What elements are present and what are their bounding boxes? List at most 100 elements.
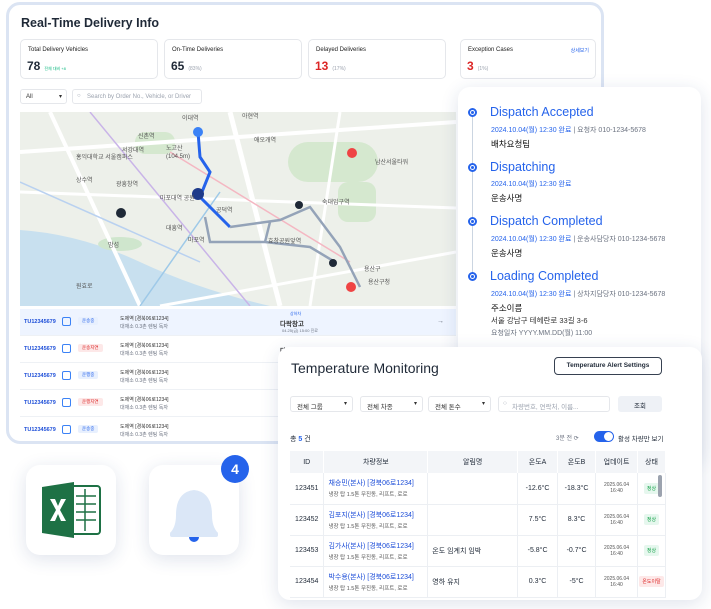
step-meta: 2024.10.04(월) 12:30 완료 [491, 181, 572, 188]
detail-link[interactable]: 상세보기 [571, 47, 589, 54]
map-label: 용산구 [364, 265, 381, 273]
map-label: 서강대역 [122, 146, 144, 154]
truck-icon [62, 398, 71, 407]
status-cell: 온도이탈 [637, 566, 667, 598]
status-badge: 운행지연 [78, 398, 103, 406]
stat-value: 3 (1%) [467, 59, 489, 73]
map-label: 공덕역 [216, 206, 233, 214]
notification-card[interactable]: 4 [149, 455, 249, 555]
order-id[interactable]: TU12345679 [24, 373, 56, 379]
column-header: 차량정보 [323, 451, 429, 473]
toggle-label: 활성 차량만 보기 [618, 436, 664, 443]
type-select[interactable]: 전체 차종 ▾ [360, 396, 423, 412]
plate-number: [경북06로1234] [367, 480, 414, 488]
status-badge: 운송지연 [78, 344, 103, 352]
vehicle-search-input[interactable]: ○ 차량번호, 연락처, 이름... [498, 396, 610, 412]
truck-icon [62, 371, 71, 380]
stat-value: 78 전체 대비 +8 [27, 59, 66, 73]
chevron-down-icon: ▾ [343, 401, 347, 407]
vehicle-info: 도제역 [경북06로1234] [120, 397, 169, 403]
search-input[interactable]: ○ Search by Order No., Vehicle, or Drive… [72, 89, 202, 104]
step-dot-icon [468, 108, 477, 117]
column-header: 업데이트 [595, 451, 638, 473]
vehicle-sub: 대재소 0.3촌 렌팅 독자 [120, 351, 168, 357]
temp-b: 8.3°C [557, 504, 597, 536]
active-vehicle-toggle[interactable] [594, 431, 614, 442]
map-label: 이대역 [182, 114, 199, 122]
column-header: 온도B [557, 451, 597, 473]
table-row[interactable]: 123452 김포지(본사) [경북06로1234] 냉장 탑 1.5톤 무진동… [290, 504, 667, 536]
vehicle-spec: 냉장 탑 1.5톤 무진동, 리프트, 로로 [328, 554, 408, 561]
map-label: 아현역 [242, 112, 259, 120]
status-badge: 운송중 [78, 425, 99, 433]
vehicle-sub: 대재소 0.3촌 렌팅 독자 [120, 378, 168, 384]
table-row[interactable]: 123453 김가사(본사) [경북06로1234] 냉장 탑 1.5톤 무진동… [290, 535, 667, 567]
filter-select[interactable]: All ▾ [20, 89, 67, 104]
delivery-map[interactable]: 이대역 아현역 애오개역 신촌역 서강대역 노고산 (104.5m) 홍익대학교 서울캠퍼스 광… [20, 112, 456, 306]
alert-name [427, 473, 519, 505]
vehicle-sub: 대재소 0.3촌 렌팅 독자 [120, 432, 168, 438]
status-badge: 정상 [643, 482, 660, 494]
plate-number: [경북06로1234] [367, 542, 414, 550]
driver-name[interactable]: 김가사(본사) [328, 543, 365, 550]
step-meta: 2024.10.04(월) 12:30 완료 | 운송사담당자 010-1234… [491, 236, 666, 243]
order-id[interactable]: TU12345679 [24, 319, 56, 325]
temp-a: 7.5°C [517, 504, 559, 536]
truck-icon [62, 344, 71, 353]
excel-card[interactable] [26, 465, 116, 555]
table-scrollbar[interactable] [658, 475, 662, 497]
alert-settings-button[interactable]: Temperature Alert Settings [554, 357, 662, 375]
map-label: 효창공원앞역 [268, 237, 301, 245]
stat-label: Total Delivery Vehicles [28, 47, 89, 53]
status-cell: 정상 [637, 535, 667, 567]
stat-exceptions: Exception Cases 상세보기 3 (1%) [460, 39, 596, 79]
stat-label: On-Time Deliveries [172, 47, 224, 53]
vehicle-sub: 대재소 0.3촌 렌팅 독자 [120, 405, 168, 411]
arrow-right-icon[interactable]: → [437, 318, 444, 325]
driver-name[interactable]: 박수용(본사) [328, 574, 365, 581]
map-label: 원효로 [76, 282, 93, 290]
map-label: (104.5m) [166, 154, 190, 160]
group-select[interactable]: 전체 그룹 ▾ [290, 396, 353, 412]
notification-count-badge: 4 [221, 455, 249, 483]
column-header: 알림명 [427, 451, 519, 473]
map-label: 마포대역 공원 [160, 194, 195, 202]
search-button[interactable]: 조회 [618, 396, 662, 412]
alert-name: 온도 임계치 임박 [427, 535, 519, 567]
step-who: 운송사명 [491, 193, 523, 203]
status-badge: 온도이탈 [639, 576, 664, 587]
table-row[interactable]: 123451 채승민(본사) [경북06로1234] 냉장 탑 1.5톤 무진동… [290, 473, 667, 505]
search-icon: ○ [503, 400, 507, 407]
alert-name: 영하 유지 [427, 566, 519, 598]
refresh-icon[interactable]: ⟳ [574, 436, 579, 442]
table-row[interactable]: 123454 박수용(본사) [경북06로1234] 냉장 탑 1.5톤 무진동… [290, 566, 667, 598]
truck-icon [62, 425, 71, 434]
vehicle-spec: 냉장 탑 1.5톤 무진동, 리프트, 로로 [328, 492, 408, 499]
dest-time: 04.25(금) 15:00 진료 [282, 328, 318, 333]
order-id[interactable]: TU12345679 [24, 427, 56, 433]
tonnage-select[interactable]: 전체 톤수 ▾ [428, 396, 491, 412]
truck-icon [62, 317, 71, 326]
stat-value: 65 (83%) [171, 59, 202, 73]
stat-label: Delayed Deliveries [316, 47, 367, 53]
vehicle-cell: 김가사(본사) [경북06로1234] 냉장 탑 1.5톤 무진동, 리프트, … [323, 535, 429, 567]
column-header: ID [290, 451, 325, 473]
temp-a: -12.6°C [517, 473, 559, 505]
update-time: 2025.06.04 16:40 [595, 504, 638, 536]
temperature-panel: Temperature Monitoring Temperature Alert… [278, 347, 702, 600]
order-id[interactable]: TU12345679 [24, 400, 56, 406]
map-label: 숙대입구역 [322, 198, 350, 206]
destination: 다락창고 [280, 321, 304, 328]
step-title: Dispatching [490, 160, 556, 174]
step-who: 운송사명 [491, 248, 523, 258]
step-dot-icon [468, 163, 477, 172]
map-label: 애오개역 [254, 136, 276, 144]
driver-name[interactable]: 채승민(본사) [328, 480, 365, 487]
status-badge: 정상 [643, 545, 660, 556]
delivery-row[interactable]: TU12345679 운송중 도제역 [경북06로1234] 대재소 0.3촌 … [20, 309, 456, 336]
driver-name[interactable]: 김포지(본사) [328, 512, 365, 519]
stat-on-time: On-Time Deliveries 65 (83%) [164, 39, 302, 79]
order-id[interactable]: TU12345679 [24, 346, 56, 352]
step-address: 서울 강남구 테헤란로 33길 3-6 [491, 316, 588, 325]
plate-number: [경북06로1234] [367, 511, 414, 519]
